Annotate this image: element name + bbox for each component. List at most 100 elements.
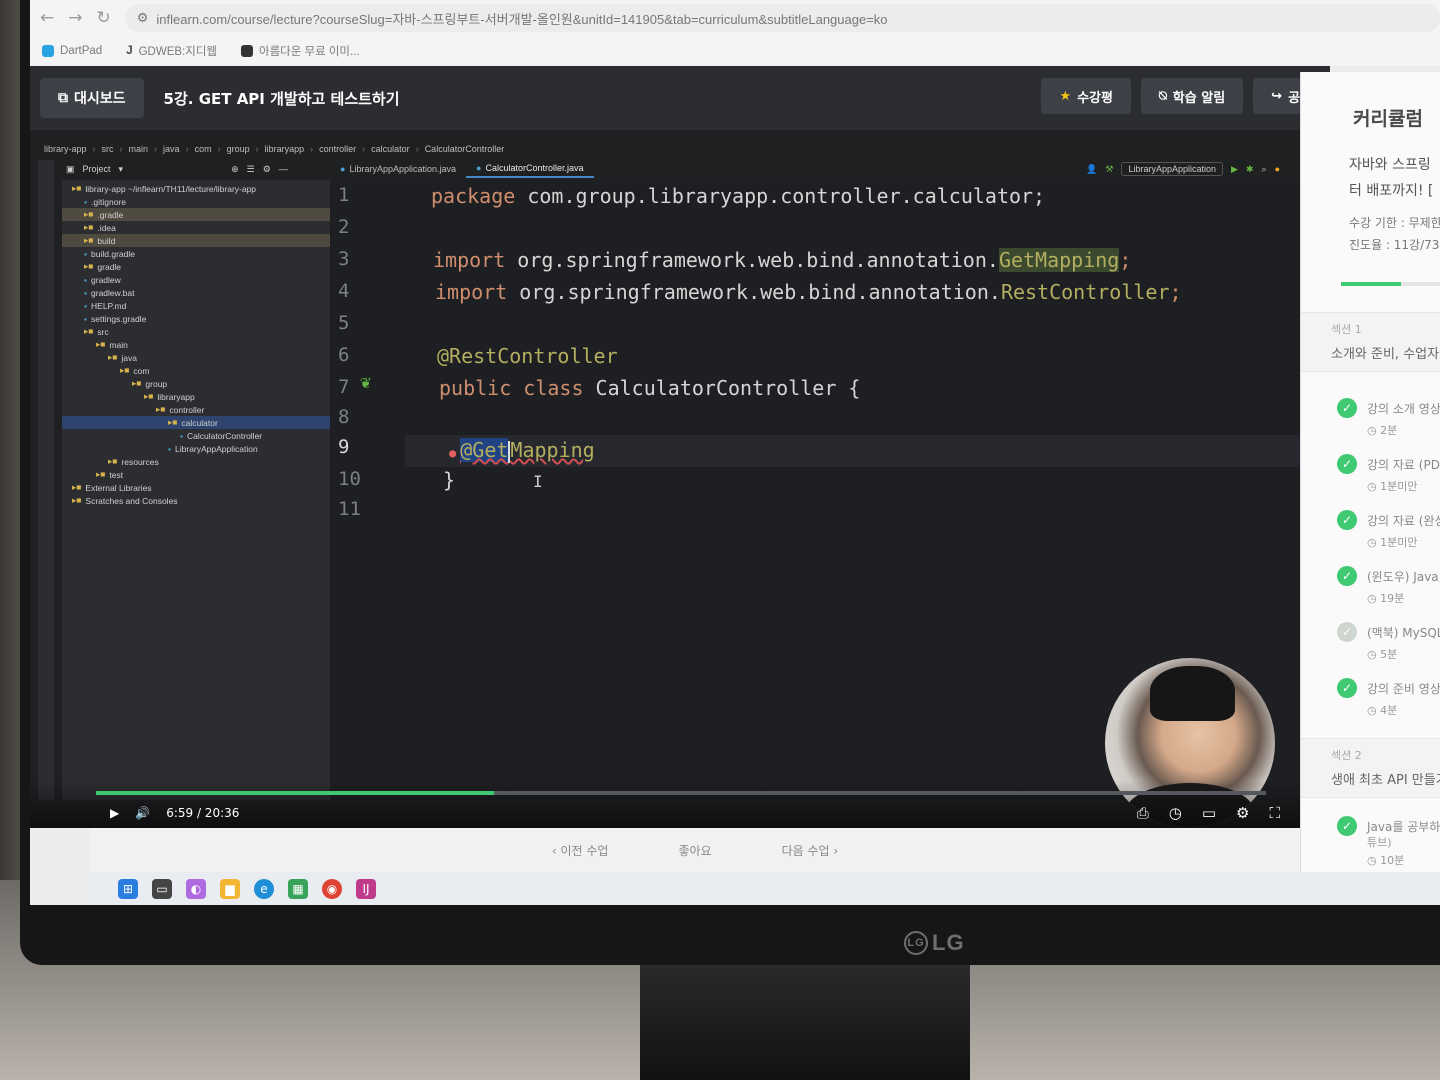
study-alarm-button[interactable]: ⍉ 학습 알림 — [1140, 78, 1244, 114]
copilot-icon[interactable]: ◐ — [186, 879, 206, 899]
address-bar[interactable]: ⚙ inflearn.com/course/lecture?courseSlug… — [124, 4, 1440, 32]
tree-node[interactable]: ▸■ .idea — [62, 221, 352, 234]
bookmark-dartpad[interactable]: DartPad — [42, 45, 102, 57]
breadcrumb-item[interactable]: group — [227, 144, 250, 154]
gear-icon[interactable]: ⚙ — [263, 164, 271, 175]
bulb-icon[interactable]: ● — [449, 446, 456, 460]
tree-node[interactable]: ▸■ com — [62, 364, 352, 377]
next-lesson-button[interactable]: 다음 수업 › — [782, 842, 839, 859]
file-explorer-icon[interactable]: ▆ — [220, 879, 240, 899]
project-label[interactable]: Project — [83, 164, 111, 174]
volume-icon[interactable]: 🔊 — [135, 806, 150, 820]
tree-node[interactable]: ▸■ Scratches and Consoles — [62, 494, 352, 507]
target-icon[interactable]: ⊕ — [231, 164, 239, 175]
run-icon[interactable]: ▶ — [1231, 164, 1238, 175]
tree-node[interactable]: ▪ HELP.md — [62, 299, 352, 312]
store-icon[interactable]: ▦ — [288, 879, 308, 899]
tree-node[interactable]: ▸■ resources — [62, 455, 352, 468]
tree-node[interactable]: ▪ CalculatorController — [62, 429, 352, 442]
image-site-icon — [240, 45, 253, 57]
minimize-icon[interactable]: — — [279, 164, 288, 174]
forward-icon[interactable]: → — [68, 8, 82, 28]
section-header-1[interactable]: 섹션 1 소개와 준비, 수업자 — [1301, 312, 1440, 372]
camera-icon[interactable]: ⎙ — [1137, 804, 1149, 822]
run-config-select[interactable]: LibraryAppApplication — [1121, 162, 1224, 176]
curriculum-item[interactable]: ✓ 강의 소개 영상 ◷ 2분 — [1301, 392, 1440, 448]
breadcrumb-item[interactable]: com — [195, 144, 212, 154]
section-header-2[interactable]: 섹션 2 생애 최초 API 만들기 — [1301, 738, 1440, 798]
video-progress-bar[interactable] — [96, 791, 1266, 795]
search-icon[interactable]: ⌕ — [1262, 164, 1267, 175]
tree-node[interactable]: ▸■ main — [62, 338, 352, 351]
edge-icon[interactable]: e — [254, 879, 274, 899]
curriculum-item[interactable]: ✓ (윈도우) Java, In ◷ 19분 — [1301, 560, 1440, 616]
tree-node[interactable]: ▸■ src — [62, 325, 352, 338]
breadcrumb-item[interactable]: calculator — [371, 144, 410, 154]
bookmark-free-images[interactable]: 아름다운 무료 이미... — [240, 43, 360, 59]
breadcrumb-separator-icon: › — [415, 144, 419, 154]
subtitles-icon[interactable]: ▭ — [1202, 804, 1216, 822]
reload-icon[interactable]: ↻ — [97, 8, 111, 28]
tree-node[interactable]: ▪ gradlew — [62, 273, 352, 286]
curriculum-item[interactable]: ✓ Java를 공부하기 전에 알 튜브) ◷ 10분 — [1301, 810, 1440, 867]
breadcrumb-item[interactable]: library-app — [44, 144, 87, 154]
fullscreen-icon[interactable]: ⛶ — [1269, 804, 1280, 822]
collapse-icon[interactable]: ☰ — [247, 164, 255, 175]
tree-node[interactable]: ▪ gradlew.bat — [62, 286, 352, 299]
tree-node[interactable]: ▪ .gitignore — [62, 195, 352, 208]
tree-node[interactable]: ▪ LibraryAppApplication — [62, 442, 352, 455]
dashboard-button[interactable]: ⧉ 대시보드 — [40, 78, 144, 118]
tree-node[interactable]: ▸■ java — [62, 351, 352, 364]
playback-speed-icon[interactable]: ◷ — [1169, 804, 1182, 822]
tree-node[interactable]: ▸■ test — [62, 468, 352, 481]
tree-node[interactable]: ▸■ External Libraries — [62, 481, 352, 494]
course-name: 자바와 스프링 터 배포까지! [ — [1349, 152, 1433, 204]
tab-library-app-application[interactable]: ● LibraryAppApplication.java — [330, 161, 466, 177]
breadcrumb-item[interactable]: main — [129, 144, 149, 154]
user-icon[interactable]: 👤 — [1086, 164, 1097, 175]
curriculum-item[interactable]: ✓ (맥북) MySQL, git ◷ 5분 — [1301, 616, 1440, 672]
curriculum-item[interactable]: ✓ 강의 자료 (PDF ◷ 1분미만 — [1301, 448, 1440, 504]
check-icon: ✓ — [1337, 398, 1357, 418]
breadcrumb-item[interactable]: controller — [319, 144, 356, 154]
tree-node[interactable]: ▸■ controller — [62, 403, 352, 416]
task-view-icon[interactable]: ▭ — [152, 879, 172, 899]
breadcrumb-item[interactable]: src — [102, 144, 114, 154]
breadcrumb-item[interactable]: CalculatorController — [425, 144, 505, 154]
video-player[interactable]: library-app › src › main › java › com › group › libr… — [30, 130, 1300, 828]
tree-node[interactable]: ▸■ gradle — [62, 260, 352, 273]
review-button[interactable]: ★ 수강평 — [1041, 78, 1131, 114]
prev-lesson-button[interactable]: ‹ 이전 수업 — [552, 842, 609, 859]
tree-node[interactable]: ▸■ libraryapp — [62, 390, 352, 403]
item-title: 강의 준비 영상 - 스프 — [1367, 682, 1440, 696]
item-duration-text: 1분미만 — [1380, 480, 1418, 493]
tree-node[interactable]: ▸■ calculator — [62, 416, 352, 429]
plugin-icon[interactable]: ● — [1275, 164, 1280, 174]
back-icon[interactable]: ← — [40, 8, 54, 28]
tree-node[interactable]: ▪ settings.gradle — [62, 312, 352, 325]
tree-node[interactable]: ▸■ group — [62, 377, 352, 390]
curriculum-item[interactable]: ✓ 강의 준비 영상 - 스프 ◷ 4분 — [1301, 672, 1440, 728]
tree-node[interactable]: ▸■ library-app ~/inflearn/TH11/lecture/li… — [62, 182, 352, 195]
breadcrumb-separator-icon: › — [119, 144, 123, 154]
line-number: 6 — [338, 344, 350, 366]
tree-node-label: gradlew — [91, 274, 121, 285]
debug-icon[interactable]: ✱ — [1246, 164, 1254, 175]
java-class-icon: ● — [340, 164, 346, 174]
breadcrumb-item[interactable]: libraryapp — [265, 144, 305, 154]
settings-icon[interactable]: ⚙ — [1236, 804, 1249, 822]
site-settings-icon[interactable]: ⚙ — [137, 10, 149, 26]
tree-node[interactable]: ▪ build.gradle — [62, 247, 352, 260]
like-button[interactable]: 좋아요 — [678, 842, 711, 859]
curriculum-item[interactable]: ✓ 강의 자료 (완성 ◷ 1분미만 — [1301, 504, 1440, 560]
breadcrumb-item[interactable]: java — [163, 144, 180, 154]
tree-node[interactable]: ▸■ build — [62, 234, 352, 247]
chrome-icon[interactable]: ◉ — [322, 879, 342, 899]
windows-start-icon[interactable]: ⊞ — [118, 879, 138, 899]
tab-calculator-controller[interactable]: ● CalculatorController.java — [466, 160, 594, 178]
tree-node[interactable]: ▸■ .gradle — [62, 208, 352, 221]
hammer-icon[interactable]: ⚒ — [1105, 164, 1113, 175]
bookmark-gdweb[interactable]: J GDWEB:지디웹 — [126, 43, 217, 59]
intellij-icon[interactable]: IJ — [356, 879, 376, 899]
play-icon[interactable]: ▶ — [110, 806, 119, 820]
